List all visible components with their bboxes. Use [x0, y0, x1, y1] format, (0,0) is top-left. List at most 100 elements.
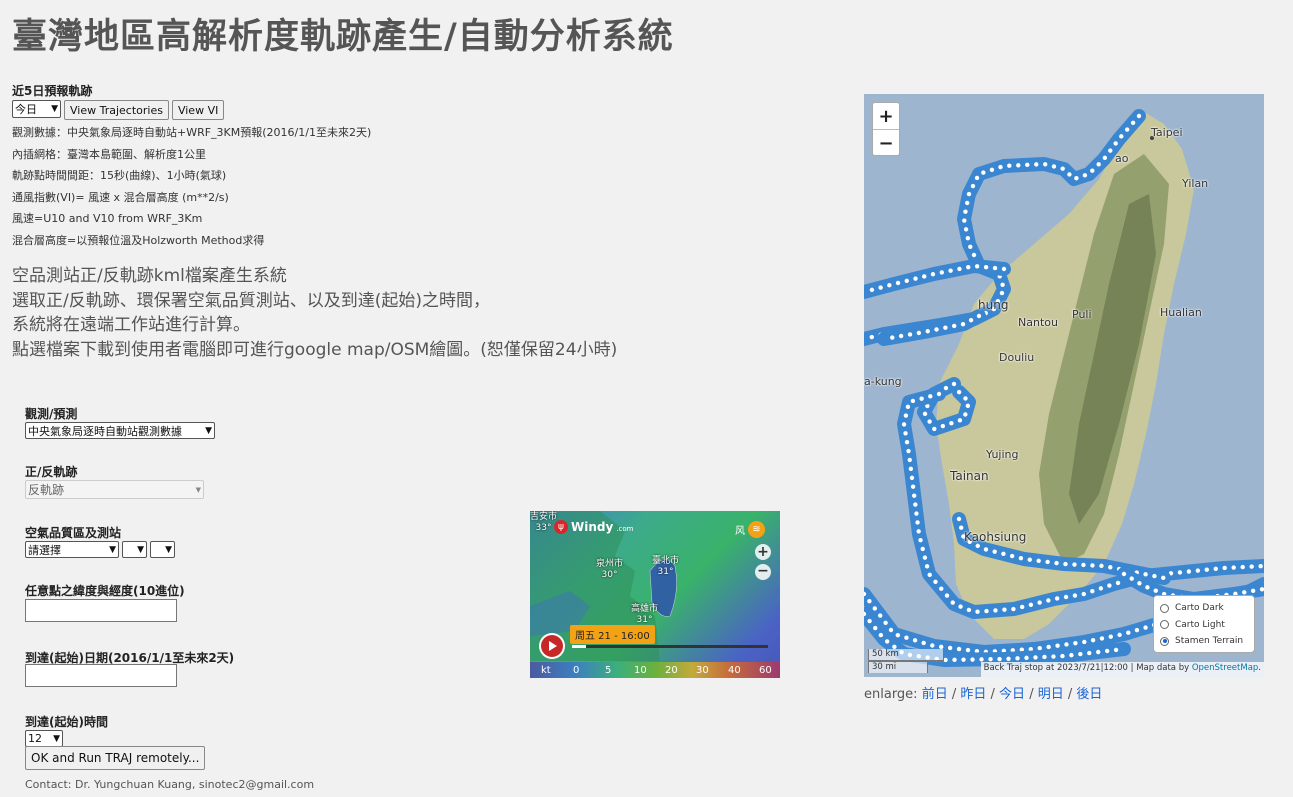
trajectory-point	[922, 411, 928, 416]
trajectory-point	[948, 268, 953, 273]
trajectory-point	[1204, 567, 1209, 572]
date-input[interactable]	[25, 664, 177, 687]
info-line: 混合層高度=以預報位溫及Holzworth Method求得	[12, 233, 265, 247]
trajectory-point	[932, 426, 937, 432]
station-region-select[interactable]: 請選擇 ▼	[25, 541, 119, 558]
trajectory-point	[1195, 568, 1201, 573]
zoom-in-button[interactable]: +	[873, 103, 899, 130]
enlarge-link-day-before-yesterday[interactable]: 前日	[922, 687, 948, 702]
zoom-out-button[interactable]: −	[873, 130, 899, 156]
osm-link[interactable]: OpenStreetMap	[1192, 663, 1258, 673]
radio-icon[interactable]	[1160, 620, 1169, 630]
trajectory-point	[878, 285, 883, 290]
windy-zoom-out-button[interactable]: −	[755, 564, 771, 580]
city-label: Kaohsiung	[964, 530, 1027, 544]
chevron-down-icon: ▼	[165, 544, 172, 555]
enlarge-link-tomorrow[interactable]: 明日	[1038, 687, 1064, 702]
enlarge-link-today[interactable]: 今日	[999, 687, 1025, 702]
trajectory-point	[984, 608, 989, 614]
trajectory-point	[1124, 127, 1130, 132]
trajectory-point	[1037, 600, 1042, 605]
trajectory-point	[910, 398, 916, 404]
trajectory-point	[975, 609, 980, 614]
trajectory-point	[1036, 558, 1041, 564]
trajectory-point	[1143, 625, 1148, 630]
trajectory-point	[997, 656, 1002, 662]
windy-legend: kt 0 5 10 20 30 40 60	[530, 662, 780, 678]
trajectory-point	[1119, 134, 1124, 139]
city-label: Douliu	[999, 351, 1035, 364]
time-label: 到達(起始)時間	[25, 715, 108, 729]
layer-option-stamen-terrain[interactable]: Stamen Terrain	[1160, 633, 1254, 650]
radio-selected-icon[interactable]	[1160, 636, 1169, 646]
trajectory-point	[974, 264, 980, 269]
trajectory-point	[1134, 627, 1140, 633]
time-select[interactable]: 12 ▼	[25, 730, 63, 747]
enlarge-link-day-after-tomorrow[interactable]: 後日	[1076, 687, 1102, 702]
trajectory-point	[1090, 589, 1095, 594]
station-select[interactable]: ▼	[122, 541, 147, 558]
direction-select[interactable]: 反軌跡 ▼	[25, 480, 204, 499]
windy-timeline[interactable]	[572, 645, 768, 648]
view-trajectories-button[interactable]: View Trajectories	[64, 100, 169, 120]
substation-select[interactable]: ▼	[150, 541, 175, 558]
trajectory-point	[951, 381, 957, 387]
windy-widget[interactable]: ψ Windy .com 吉安市 33° 泉州市 30° 臺北市 31° 高雄市…	[530, 511, 780, 678]
view-vi-button[interactable]: View VI	[171, 100, 225, 120]
trajectory-point	[869, 287, 875, 293]
time-select-value: 12	[28, 732, 42, 745]
trajectory-point	[914, 511, 919, 516]
trajectory-point	[992, 549, 997, 554]
trajectory-point	[1063, 594, 1069, 600]
trajectory-point	[962, 218, 967, 223]
trajectory-point	[981, 170, 986, 175]
info-line: 內插網格：臺灣本島範圍、解析度1公里	[12, 147, 206, 161]
trajectory-point	[1054, 596, 1060, 601]
trajectory-point	[999, 290, 1005, 296]
trajectory-point	[993, 608, 998, 613]
city-label: a-kung	[864, 375, 902, 388]
trajectory-point	[970, 657, 975, 662]
legend-label: 40	[728, 664, 741, 676]
trajectory-point	[1137, 581, 1142, 586]
layer-option-carto-light[interactable]: Carto Light	[1160, 617, 1254, 634]
trajectory-point	[1000, 282, 1005, 287]
trajectory-map[interactable]: Taipei Yilan Hualian Nantou Puli Douliu …	[864, 94, 1264, 677]
trajectory-point	[1073, 641, 1078, 646]
trajectory-point	[979, 657, 984, 662]
trajectory-point	[1009, 553, 1015, 559]
radio-icon[interactable]	[1160, 603, 1169, 613]
trajectory-point	[1063, 561, 1068, 567]
trajectory-point	[898, 333, 904, 339]
chevron-down-icon: ▼	[109, 544, 116, 555]
play-icon[interactable]	[539, 633, 565, 659]
layer-option-carto-dark[interactable]: Carto Dark	[1160, 600, 1254, 617]
trajectory-point	[965, 236, 971, 241]
trajectory-point	[1069, 652, 1074, 658]
windy-layer-toggle[interactable]: 风 ≋	[735, 521, 765, 538]
enlarge-link-yesterday[interactable]: 昨日	[960, 687, 986, 702]
legend-label: 5	[605, 664, 612, 676]
day-select[interactable]: 今日 ▼	[12, 100, 61, 118]
forecast-controls: 今日 ▼ View Trajectories View VI	[12, 100, 225, 120]
trajectory-point	[1090, 637, 1096, 643]
latlon-input[interactable]	[25, 599, 177, 622]
layer-label: Carto Light	[1175, 619, 1225, 630]
trajectory-point	[970, 183, 976, 189]
trajectory-point	[1078, 651, 1083, 657]
windy-logo[interactable]: ψ Windy .com	[554, 520, 634, 534]
run-traj-button[interactable]: OK and Run TRAJ remotely...	[25, 746, 206, 770]
city-label: Puli	[1072, 308, 1092, 321]
trajectory-point	[1067, 172, 1072, 177]
trajectory-point	[922, 555, 928, 560]
trajectory-point	[895, 632, 901, 638]
obs-select[interactable]: 中央氣象局逐時自動站觀測數據 ▼	[25, 422, 215, 439]
trajectory-point	[924, 564, 930, 569]
trajectory-point	[1108, 148, 1113, 153]
trajectory-point	[1117, 632, 1122, 638]
trajectory-point	[903, 431, 908, 436]
trajectory-track	[864, 259, 1011, 299]
windy-zoom-in-button[interactable]: +	[755, 544, 771, 560]
map-scale: 50 km 30 mi	[868, 649, 944, 673]
legend-label: 60	[759, 664, 772, 676]
